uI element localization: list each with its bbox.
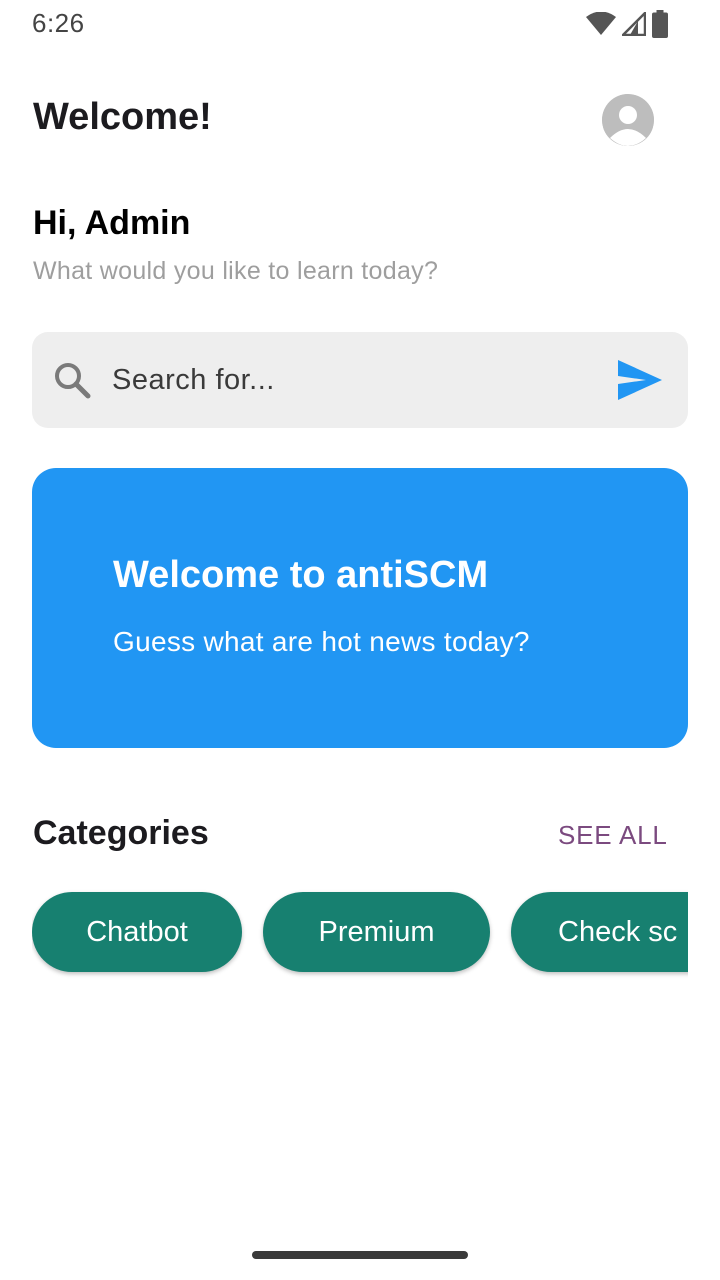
status-time: 6:26: [32, 8, 85, 38]
welcome-banner[interactable]: Welcome to antiSCM Guess what are hot ne…: [32, 468, 688, 748]
categories-title: Categories: [33, 814, 209, 852]
wifi-icon: [586, 11, 616, 41]
greeting-subtitle: What would you like to learn today?: [33, 257, 439, 285]
account-avatar-icon: [602, 94, 654, 146]
send-icon[interactable]: [616, 358, 664, 402]
home-indicator[interactable]: [252, 1251, 468, 1259]
search-input[interactable]: [112, 352, 592, 408]
see-all-button[interactable]: SEE ALL: [558, 820, 668, 851]
banner-title: Welcome to antiSCM: [113, 554, 489, 596]
battery-icon: [652, 10, 668, 43]
category-chip-chatbot[interactable]: Chatbot: [32, 892, 242, 972]
app-bar: Welcome!: [0, 80, 720, 160]
greeting-title: Hi, Admin: [33, 204, 191, 242]
status-bar: 6:26: [0, 0, 720, 48]
search-icon: [52, 360, 92, 400]
category-chip-check[interactable]: Check sc: [511, 892, 688, 972]
page-title: Welcome!: [33, 96, 212, 138]
avatar[interactable]: [602, 94, 654, 146]
status-icons: [586, 9, 668, 43]
category-chips: Chatbot Premium Check sc: [32, 884, 688, 984]
banner-subtitle: Guess what are hot news today?: [113, 626, 530, 657]
cell-signal-icon: [619, 9, 647, 41]
category-chip-premium[interactable]: Premium: [263, 892, 490, 972]
